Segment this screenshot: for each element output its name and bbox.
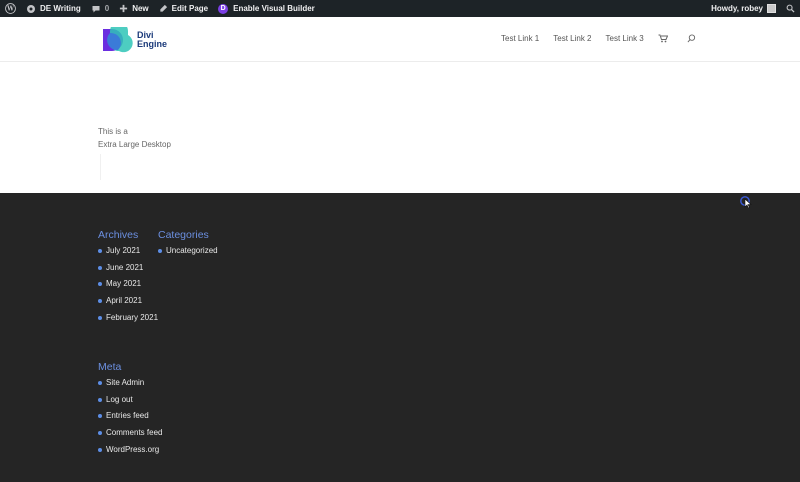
edit-page-label: Edit Page (171, 4, 209, 13)
content-line-1: This is a (98, 127, 128, 136)
site-name-link[interactable]: DE Writing (21, 0, 86, 17)
plus-icon (119, 4, 128, 13)
site-header: Divi Engine Test Link 1 Test Link 2 Test… (0, 17, 800, 62)
account-menu[interactable]: Howdy, robey (706, 0, 781, 17)
meta-link[interactable]: Log out (98, 395, 162, 412)
archive-link[interactable]: July 2021 (98, 246, 158, 263)
content-divider (100, 154, 101, 180)
meta-link[interactable]: Site Admin (98, 378, 162, 395)
site-logo[interactable]: Divi Engine (99, 27, 167, 53)
archives-widget: Archives July 2021 June 2021 May 2021 Ap… (98, 229, 158, 329)
meta-link[interactable]: WordPress.org (98, 445, 162, 462)
archive-link[interactable]: April 2021 (98, 296, 158, 313)
mouse-cursor-icon (740, 196, 754, 215)
nav-test-link-1[interactable]: Test Link 1 (501, 34, 539, 43)
meta-widget: Meta Site Admin Log out Entries feed Com… (98, 361, 162, 461)
categories-title: Categories (158, 229, 209, 241)
new-label: New (132, 4, 149, 13)
search-icon[interactable] (687, 34, 696, 43)
svg-text:W: W (6, 6, 14, 13)
pencil-icon (159, 4, 168, 13)
home-icon (26, 4, 36, 14)
search-icon (786, 4, 795, 13)
meta-title: Meta (98, 361, 122, 373)
new-content-button[interactable]: New (114, 0, 153, 17)
meta-link[interactable]: Entries feed (98, 411, 162, 428)
category-link[interactable]: Uncategorized (158, 246, 218, 263)
archive-link[interactable]: February 2021 (98, 313, 158, 330)
archives-title: Archives (98, 229, 139, 241)
comment-icon (91, 4, 101, 14)
nav-test-link-3[interactable]: Test Link 3 (606, 34, 644, 43)
logo-line2: Engine (137, 39, 168, 49)
logo-text: Divi Engine (137, 31, 167, 49)
visual-builder-label: Enable Visual Builder (233, 4, 315, 13)
categories-widget: Categories Uncategorized (158, 229, 218, 263)
footer-widgets: Archives July 2021 June 2021 May 2021 Ap… (0, 193, 800, 482)
nav-test-link-2[interactable]: Test Link 2 (553, 34, 591, 43)
comments-count: 0 (104, 4, 110, 13)
site-name: DE Writing (40, 4, 81, 13)
archive-link[interactable]: June 2021 (98, 263, 158, 280)
divi-icon: D (218, 3, 229, 14)
greeting: Howdy, robey (711, 4, 763, 13)
avatar-icon (767, 4, 776, 13)
main-nav: Test Link 1 Test Link 2 Test Link 3 (501, 34, 715, 43)
archive-link[interactable]: May 2021 (98, 279, 158, 296)
admin-bar: W DE Writing 0 New Edit Page D Enable Vi… (0, 0, 800, 17)
meta-link[interactable]: Comments feed (98, 428, 162, 445)
visual-builder-button[interactable]: D Enable Visual Builder (213, 0, 320, 17)
main-content: This is a Extra Large Desktop (0, 62, 800, 193)
cart-icon[interactable] (658, 34, 668, 43)
content-line-2: Extra Large Desktop (98, 140, 171, 149)
admin-search-button[interactable] (781, 0, 800, 17)
edit-page-link[interactable]: Edit Page (154, 0, 213, 17)
divi-engine-logo-icon (103, 27, 133, 53)
content-text: This is a Extra Large Desktop (98, 125, 171, 151)
comments-link[interactable]: 0 (86, 0, 114, 17)
wordpress-icon[interactable]: W (0, 0, 21, 17)
